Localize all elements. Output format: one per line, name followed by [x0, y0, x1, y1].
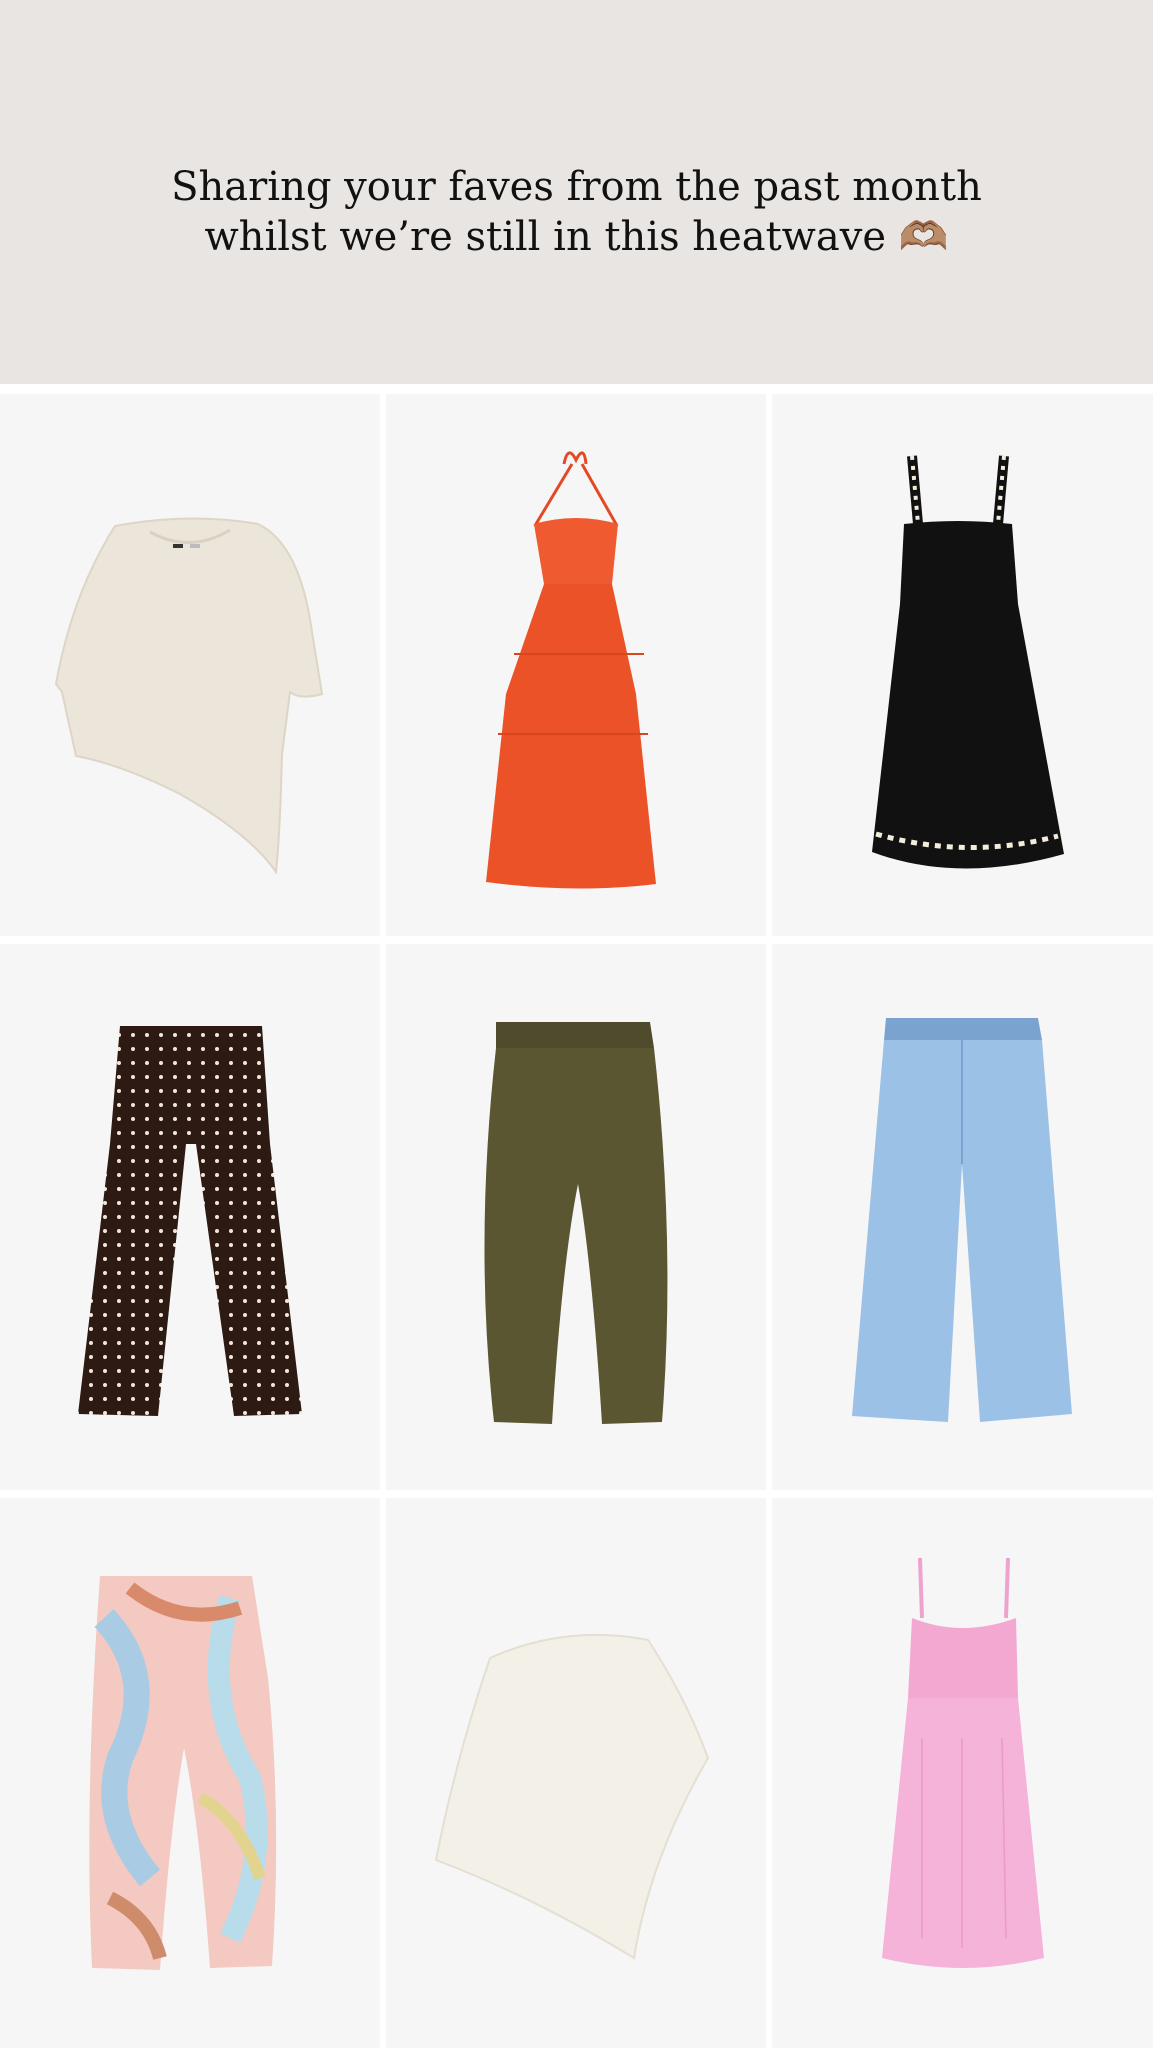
knit-top-image: [54, 517, 324, 875]
khaki-trousers-image: [484, 1022, 668, 1424]
poncho-image: [434, 1633, 710, 1960]
product-tile-print-trousers[interactable]: [0, 1498, 380, 2048]
product-tile-black-dress[interactable]: [772, 394, 1153, 936]
product-tile-polka-trousers[interactable]: [0, 944, 380, 1490]
print-trousers-image: [89, 1576, 277, 1970]
black-dress-image: [872, 455, 1064, 869]
pink-dress-image: [882, 1557, 1044, 1968]
polka-trousers-image: [78, 1026, 302, 1416]
product-tile-jeans[interactable]: [772, 944, 1153, 1490]
red-dress-image: [486, 451, 656, 889]
product-tile-red-dress[interactable]: [386, 394, 766, 936]
product-grid: [0, 384, 1153, 2048]
product-tile-khaki-trousers[interactable]: [386, 944, 766, 1490]
page-title: Sharing your faves from the past month w…: [171, 164, 982, 260]
product-tile-poncho[interactable]: [386, 1498, 766, 2048]
jeans-image: [852, 1018, 1072, 1422]
product-tile-pink-dress[interactable]: [772, 1498, 1153, 2048]
product-tile-knit-top[interactable]: [0, 394, 380, 936]
header-banner: Sharing your faves from the past month w…: [0, 0, 1153, 384]
